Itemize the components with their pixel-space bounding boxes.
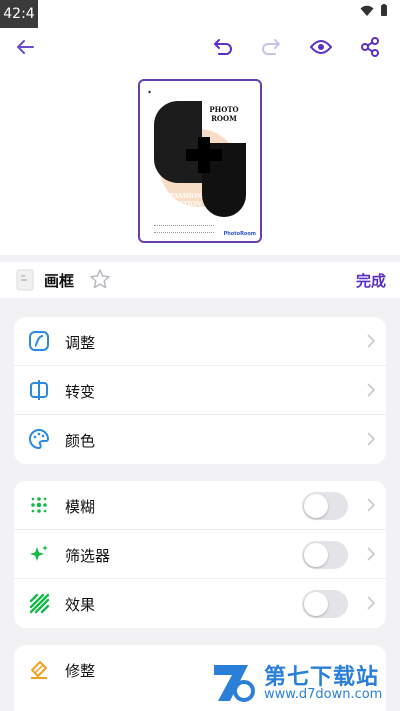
status-icons (360, 4, 388, 17)
share-icon (361, 37, 379, 57)
effects-stripes-icon (29, 593, 50, 614)
row-label: 修整 (65, 662, 96, 680)
chevron-right-icon (367, 498, 376, 512)
row-blur[interactable]: 模糊 (14, 481, 386, 530)
frame-document-icon (16, 269, 34, 291)
chevron-right-icon (367, 596, 376, 610)
row-label: 转变 (65, 383, 96, 401)
watermark: 第七下载站 www.d7down.com (204, 657, 394, 707)
poster-title: PHOTO ROOM (209, 105, 239, 123)
toggle-knob (304, 592, 328, 616)
chevron-right-icon (367, 334, 376, 348)
retouch-icon (31, 661, 47, 679)
panel-header: 画框 完成 (0, 262, 400, 298)
chevron-right-icon (367, 383, 376, 397)
effects-card: 模糊 筛选器 效果 (14, 481, 386, 628)
transform-icon (30, 380, 48, 400)
row-color[interactable]: 颜色 (14, 415, 386, 464)
redo-button[interactable] (256, 32, 286, 62)
watermark-url: www.d7down.com (264, 687, 383, 702)
adjust-card: 调整 转变 颜色 (14, 317, 386, 464)
poster-subtitle: FASHION EDITION (169, 193, 203, 208)
blur-toggle[interactable] (302, 492, 348, 520)
poster-canvas[interactable]: ◆ PHOTO ROOM FASHION EDITION PhotoRoom (138, 79, 262, 243)
filter-sparkle-icon (30, 545, 48, 561)
row-adjust[interactable]: 调整 (14, 317, 386, 366)
filter-toggle[interactable] (302, 541, 348, 569)
effects-toggle[interactable] (302, 590, 348, 618)
poster-fine-print (154, 225, 214, 233)
adjust-icon (29, 331, 49, 351)
row-transform[interactable]: 转变 (14, 366, 386, 415)
row-label: 效果 (65, 596, 96, 614)
wifi-icon (360, 5, 374, 16)
battery-icon (381, 4, 387, 16)
redo-icon (262, 39, 280, 55)
eye-icon (310, 40, 332, 54)
row-label: 模糊 (65, 498, 96, 516)
row-filter[interactable]: 筛选器 (14, 530, 386, 579)
toggle-knob (304, 543, 328, 567)
blur-icon (31, 497, 47, 513)
poster-cross-shape (186, 137, 222, 173)
panel-title: 画框 (44, 272, 75, 290)
poster-corner-mark: ◆ (148, 89, 152, 94)
preview-button[interactable] (306, 32, 336, 62)
toggle-knob (304, 494, 328, 518)
chevron-right-icon (367, 432, 376, 446)
arrow-left-icon (17, 40, 34, 54)
palette-icon (29, 428, 50, 450)
poster-brand: PhotoRoom (223, 231, 256, 237)
undo-icon (214, 39, 232, 55)
chevron-right-icon (367, 547, 376, 561)
editor-preview-area: 42:4 ◆ PHOTO ROOM FASHION EDITION PhotoR… (0, 0, 400, 255)
status-time: 42:4 (0, 0, 38, 28)
back-button[interactable] (10, 32, 40, 62)
share-button[interactable] (355, 32, 385, 62)
row-effects[interactable]: 效果 (14, 579, 386, 628)
row-label: 调整 (65, 334, 96, 352)
watermark-logo-icon (214, 665, 255, 702)
star-icon[interactable] (89, 268, 111, 290)
done-button[interactable]: 完成 (356, 270, 386, 291)
row-label: 筛选器 (65, 547, 111, 565)
row-label: 颜色 (65, 432, 96, 450)
undo-button[interactable] (208, 32, 238, 62)
